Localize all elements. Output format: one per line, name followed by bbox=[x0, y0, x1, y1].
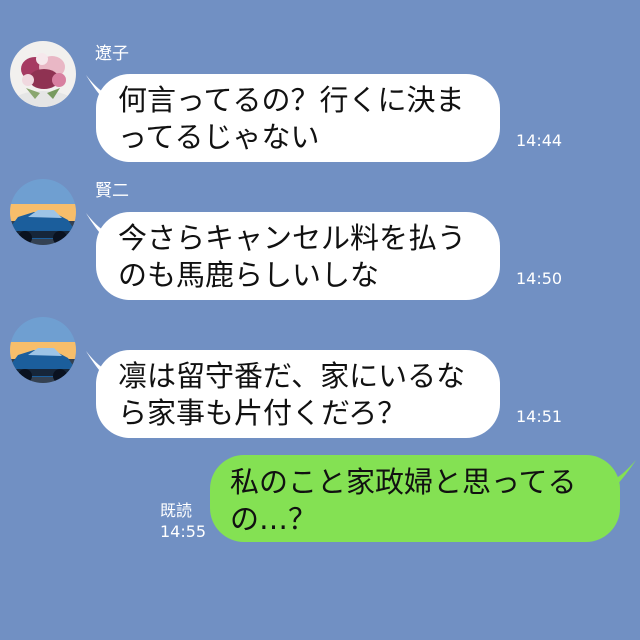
car-avatar[interactable] bbox=[10, 179, 76, 245]
car-avatar-image bbox=[10, 317, 76, 383]
sender-name: 遼子 bbox=[95, 44, 129, 64]
message-line: 凛は留守番だ、家にいるな bbox=[118, 359, 466, 393]
read-receipt: 既読 bbox=[160, 501, 193, 520]
message-time: 14:44 bbox=[516, 131, 563, 150]
message-line: 私のこと家政婦と思ってる bbox=[230, 465, 577, 499]
car-avatar-image bbox=[10, 179, 76, 245]
message-time: 14:55 bbox=[160, 522, 207, 541]
message-line: のも馬鹿らしいしな bbox=[118, 258, 380, 292]
message-bubble[interactable]: 何言ってるの？行くに決ま ってるじゃない bbox=[96, 74, 500, 162]
sender-name: 賢二 bbox=[95, 181, 129, 201]
message-time: 14:51 bbox=[516, 407, 563, 426]
message-time: 14:50 bbox=[516, 269, 563, 288]
bouquet-avatar[interactable] bbox=[10, 41, 76, 107]
message-bubble[interactable]: 凛は留守番だ、家にいるな ら家事も片付くだろ？ bbox=[96, 350, 500, 438]
message-line: ってるじゃない bbox=[118, 120, 320, 154]
chat-screen: 遼子 何言ってるの？行くに決ま ってるじゃない 14:44 賢二 今さらキャンセ… bbox=[0, 0, 640, 640]
message-line: の…？ bbox=[230, 502, 318, 536]
message-line: 何言ってるの？行くに決ま bbox=[118, 83, 465, 117]
message-line: ら家事も片付くだろ？ bbox=[118, 396, 407, 430]
car-avatar[interactable] bbox=[10, 317, 76, 383]
message-bubble[interactable]: 今さらキャンセル料を払う のも馬鹿らしいしな bbox=[96, 212, 500, 300]
message-bubble[interactable]: 私のこと家政婦と思ってる の…？ bbox=[210, 455, 620, 542]
bouquet-avatar-image bbox=[10, 41, 76, 107]
message-line: 今さらキャンセル料を払う bbox=[118, 221, 467, 255]
